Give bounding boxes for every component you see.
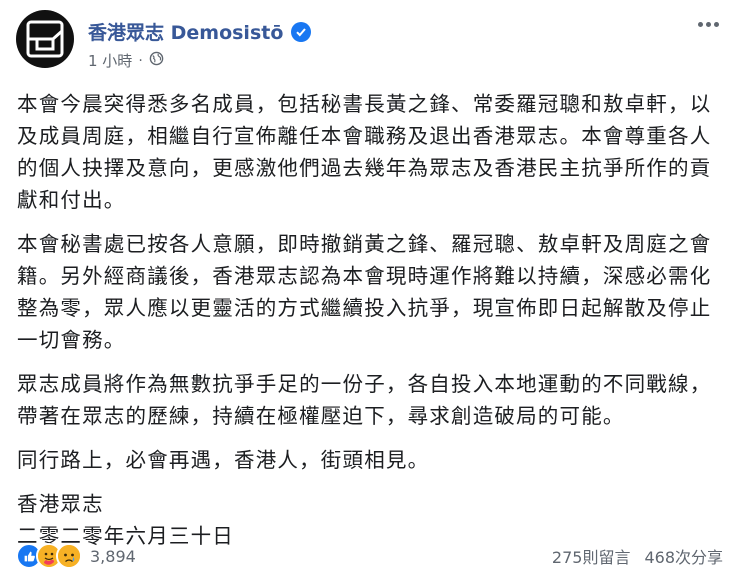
engagement-stats: 275則留言 468次分享 (552, 544, 723, 568)
demosisto-logo-icon (26, 20, 64, 58)
post-meta: 1 小時 · (88, 50, 164, 71)
post-paragraph: 本會今晨突得悉多名成員，包括秘書長黃之鋒、常委羅冠聰和敖卓軒，以及成員周庭，相繼… (17, 92, 712, 212)
post-body: 本會今晨突得悉多名成員，包括秘書長黃之鋒、常委羅冠聰和敖卓軒，以及成員周庭，相繼… (17, 88, 723, 552)
sad-icon (56, 543, 82, 569)
post-footer: 3,894 275則留言 468次分享 (16, 538, 723, 574)
post-header: 香港眾志 Demosistō 1 小時 · (16, 10, 723, 72)
post-paragraph: 同行路上，必會再遇，香港人，街頭相見。 (17, 448, 430, 472)
post-timestamp[interactable]: 1 小時 (88, 50, 132, 71)
reactions-count[interactable]: 3,894 (90, 547, 136, 566)
page-name-link[interactable]: 香港眾志 Demosistō (88, 18, 283, 45)
page-name-row: 香港眾志 Demosistō (88, 18, 312, 45)
post-paragraph: 眾志成員將作為無數抗爭手足的一份子，各自投入本地運動的不同戰線，帶著在眾志的歷練… (17, 372, 712, 428)
verified-badge-icon (291, 21, 312, 42)
comments-count[interactable]: 275則留言 (552, 544, 631, 568)
shares-count[interactable]: 468次分享 (644, 544, 723, 568)
post-paragraph: 本會秘書處已按各人意願，即時撤銷黃之鋒、羅冠聰、敖卓軒及周庭之會籍。另外經商議後… (17, 232, 712, 352)
reactions-summary[interactable]: 3,894 (16, 543, 136, 569)
page-avatar[interactable] (16, 10, 74, 68)
more-options-icon[interactable] (693, 12, 723, 36)
globe-icon (149, 51, 164, 70)
meta-separator: · (138, 52, 143, 69)
